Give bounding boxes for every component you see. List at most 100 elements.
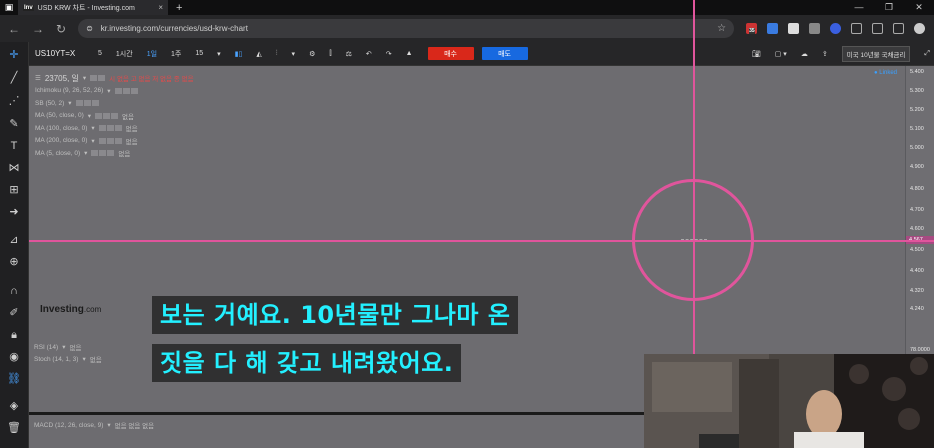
legend-row[interactable]: MA (5, close, 0) ▾ 없음 xyxy=(35,147,194,160)
interval-1week[interactable]: 1주 xyxy=(164,42,188,66)
legend-controls[interactable] xyxy=(90,75,106,82)
legend-controls[interactable] xyxy=(95,112,119,119)
lock-drawing-icon[interactable]: ✐ xyxy=(7,306,21,320)
forecast-tool-icon[interactable]: ⊞ xyxy=(7,183,21,197)
legend-controls[interactable] xyxy=(75,100,99,107)
translate-icon[interactable] xyxy=(767,23,779,34)
extension-icon[interactable] xyxy=(851,23,863,34)
link-icon[interactable]: ⛓︎ xyxy=(7,372,21,386)
legend-row[interactable]: MA (200, close, 0) ▾ 없음 xyxy=(35,135,194,148)
legend-row[interactable]: MA (50, close, 0) ▾ 없음 xyxy=(35,110,194,123)
interval-5min[interactable]: 5 xyxy=(91,42,109,66)
area-chart-icon[interactable]: ◭ xyxy=(249,42,268,66)
chevron-down-icon[interactable]: ▾ xyxy=(88,112,91,120)
extension-badge-icon[interactable]: 35 xyxy=(746,23,758,34)
cloud-icon[interactable]: ☁ xyxy=(801,50,808,58)
brush-tool-icon[interactable]: ✎ xyxy=(7,117,21,131)
crosshair-center xyxy=(681,239,707,243)
interval-1hour[interactable]: 1시간 xyxy=(109,42,140,66)
extension-icon[interactable] xyxy=(830,23,842,34)
arrow-tool-icon[interactable]: ➜ xyxy=(7,205,21,219)
extension-icon[interactable] xyxy=(809,23,821,34)
legend-controls[interactable] xyxy=(98,125,122,132)
pane-label: MACD (12, 26, close, 9) xyxy=(34,421,104,429)
cloud-save-icon[interactable]: ⇪ xyxy=(822,50,828,58)
measure-tool-icon[interactable]: ⊿ xyxy=(7,233,21,247)
chevron-down-icon[interactable]: ▾ xyxy=(285,42,303,66)
legend-controls[interactable] xyxy=(91,150,115,157)
legend-row[interactable]: MA (100, close, 0) ▾ 없음 xyxy=(35,122,194,135)
chevron-down-icon[interactable]: ▾ xyxy=(107,421,110,429)
legend-value: 없음 xyxy=(122,113,135,121)
indicators-icon[interactable]: ⫿ xyxy=(322,42,338,66)
forward-icon[interactable]: → xyxy=(32,22,44,36)
legend-label: Ichimoku (9, 26, 52, 26) xyxy=(35,87,104,95)
site-info-icon[interactable]: ⊜ xyxy=(86,24,93,33)
undo-icon[interactable]: ↶ xyxy=(359,42,379,66)
crosshair-tool-icon[interactable]: ✛ xyxy=(7,48,21,62)
buy-button[interactable]: 매수 xyxy=(427,47,474,60)
legend-controls[interactable] xyxy=(98,137,122,144)
redo-icon[interactable]: ↷ xyxy=(379,42,399,66)
fullscreen-icon[interactable]: ⤢ xyxy=(924,50,930,58)
compare-icon[interactable]: ⚖ xyxy=(339,42,359,66)
url-field[interactable]: ⊜ kr.investing.com/currencies/usd-krw-ch… xyxy=(78,19,735,38)
legend-row[interactable]: Ichimoku (9, 26, 52, 26) ▾ xyxy=(35,85,194,98)
chevron-down-icon[interactable]: ▾ xyxy=(83,74,86,82)
chevron-down-icon[interactable]: ▾ xyxy=(62,343,65,351)
pattern-tool-icon[interactable]: ⋈ xyxy=(7,161,21,175)
maximize-icon[interactable]: ❐ xyxy=(874,0,904,15)
window-close-icon[interactable]: ✕ xyxy=(904,0,934,15)
linked-indicator[interactable]: ● Linked xyxy=(874,70,897,76)
symbol-input[interactable]: US10YT=X xyxy=(29,49,91,58)
zoom-icon[interactable]: ⊕ xyxy=(7,255,21,269)
text-tool-icon[interactable]: T xyxy=(7,139,21,153)
subtitle-line: 보는 거예요. 10년물만 그나마 온 xyxy=(152,296,519,334)
chevron-down-icon[interactable]: ▾ xyxy=(91,124,94,132)
chevron-down-icon[interactable]: ▾ xyxy=(107,87,110,95)
interval-1day[interactable]: 1일 xyxy=(140,42,164,66)
browser-tab[interactable]: Inv USD KRW 차트 - Investing.com × xyxy=(18,0,168,15)
extension-icon[interactable] xyxy=(788,23,800,34)
camera-icon[interactable]: 📷︎ xyxy=(752,50,761,58)
pane-value: 없음 xyxy=(69,345,82,352)
chevron-down-icon[interactable]: ▾ xyxy=(210,42,228,66)
layout-icon[interactable]: ▢ ▾ xyxy=(775,50,787,58)
profile-avatar[interactable] xyxy=(914,23,926,34)
settings-gear-icon[interactable]: ⚙ xyxy=(302,42,322,66)
pane-legend: MACD (12, 26, close, 9) ▾ 없음 없음 없음 xyxy=(34,420,154,431)
instrument-tag[interactable]: 미국 10년물 국채금리 xyxy=(841,45,911,62)
legend-menu-icon[interactable]: ☰ xyxy=(35,74,41,82)
legend-value: 없음 xyxy=(118,151,131,159)
trash-icon[interactable]: 🗑︎ xyxy=(7,421,21,435)
sidepanel-icon[interactable] xyxy=(893,23,905,34)
browser-menu-icon[interactable]: ▣ xyxy=(0,0,18,15)
legend-controls[interactable] xyxy=(114,87,138,94)
chevron-down-icon[interactable]: ▾ xyxy=(84,149,87,157)
chevron-down-icon[interactable]: ▾ xyxy=(91,137,94,145)
bookmark-star-icon[interactable]: ☆ xyxy=(717,23,726,34)
candle-chart-icon[interactable]: ▮▯ xyxy=(228,42,250,66)
main-chart-pane[interactable]: ☰ 23705, 일 ▾ 시 없음 고 없음 저 없음 종 없음 Ichimok… xyxy=(29,66,905,326)
legend-row[interactable]: SB (50, 2) ▾ xyxy=(35,97,194,110)
chevron-down-icon[interactable]: ▾ xyxy=(68,99,71,107)
new-tab-button[interactable]: + xyxy=(168,2,190,14)
puzzle-icon[interactable] xyxy=(872,23,884,34)
interval-select[interactable]: 15 xyxy=(188,42,210,66)
minimize-icon[interactable]: — xyxy=(844,0,874,15)
magnet-icon[interactable]: ∩ xyxy=(7,284,21,298)
favicon-icon: Inv xyxy=(23,4,34,11)
trendline-tool-icon[interactable]: ╱ xyxy=(7,71,21,85)
sell-button[interactable]: 매도 xyxy=(481,47,528,60)
chevron-down-icon[interactable]: ▾ xyxy=(82,355,85,363)
tab-close-icon[interactable]: × xyxy=(158,3,163,12)
layers-icon[interactable]: ◈ xyxy=(7,399,21,413)
fib-tool-icon[interactable]: ⋰ xyxy=(7,94,21,108)
eye-icon[interactable]: ◉ xyxy=(7,350,21,364)
alert-icon[interactable]: ▲ xyxy=(399,42,420,66)
bar-chart-type-icon[interactable]: ⫶ xyxy=(269,42,285,66)
lock-icon[interactable]: 🔒︎ xyxy=(7,328,21,342)
reload-icon[interactable]: ↻ xyxy=(56,22,66,36)
back-icon[interactable]: ← xyxy=(8,22,20,36)
webcam-overlay xyxy=(644,354,934,448)
